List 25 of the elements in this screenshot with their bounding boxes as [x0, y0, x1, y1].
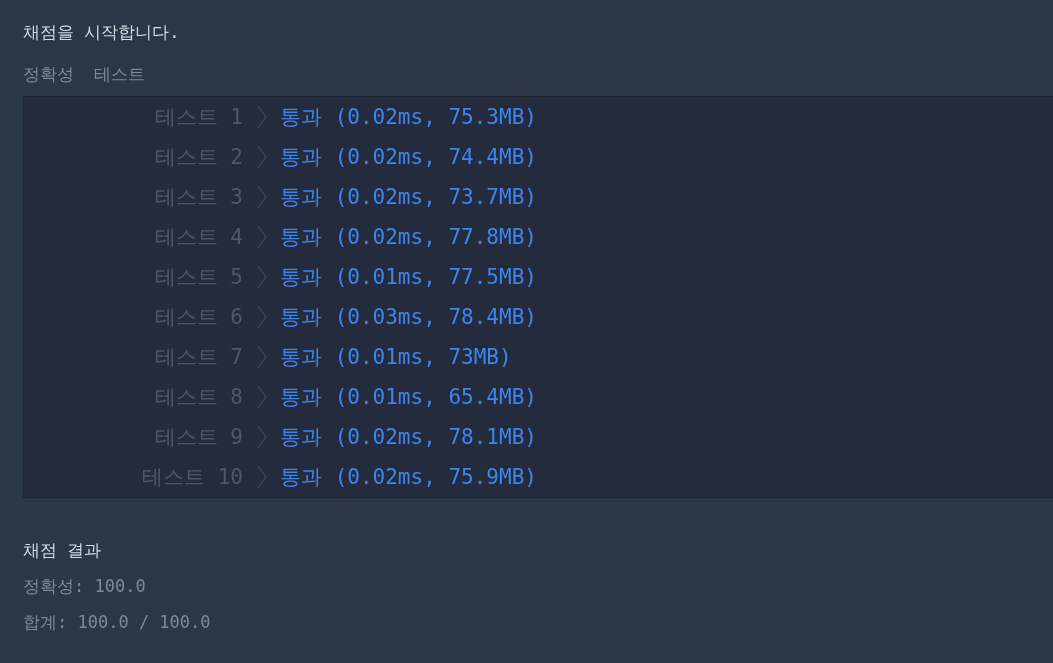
- chevron-right-icon: [257, 145, 267, 169]
- chevron-right-icon: [257, 105, 267, 129]
- section-title: 정확성 테스트: [23, 63, 146, 86]
- test-result: 통과 (0.02ms, 74.4MB): [280, 144, 537, 171]
- chevron-right-icon: [257, 345, 267, 369]
- grading-start-message: 채점을 시작합니다.: [23, 21, 180, 44]
- test-result: 통과 (0.03ms, 78.4MB): [280, 304, 537, 331]
- test-result: 통과 (0.01ms, 73MB): [280, 344, 512, 371]
- chevron-right-icon: [257, 185, 267, 209]
- summary-line: 정확성: 100.0: [23, 575, 146, 598]
- chevron-right-icon: [257, 385, 267, 409]
- chevron-right-icon: [257, 465, 267, 489]
- summary-title: 채점 결과: [23, 539, 102, 562]
- test-result: 통과 (0.02ms, 73.7MB): [280, 184, 537, 211]
- chevron-right-icon: [257, 225, 267, 249]
- test-result: 통과 (0.02ms, 75.9MB): [280, 464, 537, 491]
- chevron-right-icon: [257, 425, 267, 449]
- test-result: 통과 (0.01ms, 65.4MB): [280, 384, 537, 411]
- summary-line: 합계: 100.0 / 100.0: [23, 611, 211, 634]
- chevron-right-icon: [257, 265, 267, 289]
- chevron-right-icon: [257, 305, 267, 329]
- test-result: 통과 (0.01ms, 77.5MB): [280, 264, 537, 291]
- test-result: 통과 (0.02ms, 77.8MB): [280, 224, 537, 251]
- test-result: 통과 (0.02ms, 75.3MB): [280, 104, 537, 131]
- test-result: 통과 (0.02ms, 78.1MB): [280, 424, 537, 451]
